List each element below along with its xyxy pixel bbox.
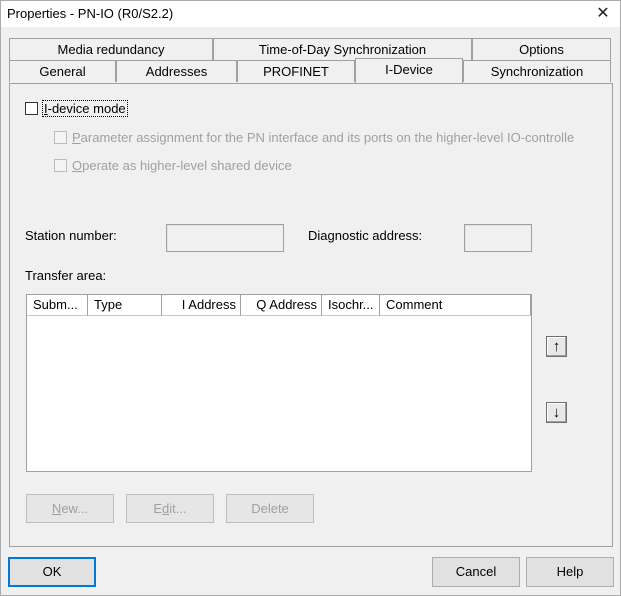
title-bar: Properties - PN-IO (R0/S2.2) ✕ <box>1 1 620 27</box>
column-header-comment[interactable]: Comment <box>380 295 531 316</box>
transfer-area-label: Transfer area: <box>25 268 107 283</box>
window-title: Properties - PN-IO (R0/S2.2) <box>7 6 174 21</box>
tab-i-device[interactable]: I-Device <box>355 58 463 83</box>
tab-addresses[interactable]: Addresses <box>116 60 237 82</box>
help-button[interactable]: Help <box>526 557 614 587</box>
move-down-button[interactable]: ↓ <box>546 402 567 423</box>
station-number-field <box>166 224 284 252</box>
column-header-submodule[interactable]: Subm... <box>27 295 88 316</box>
parameter-assignment-checkbox <box>54 131 67 144</box>
i-device-mode-label: I-device mode <box>42 100 128 117</box>
column-header-isochronous[interactable]: Isochr... <box>322 295 380 316</box>
tab-synchronization[interactable]: Synchronization <box>463 60 611 82</box>
column-header-type[interactable]: Type <box>88 295 162 316</box>
column-header-i-address[interactable]: I Address <box>162 295 241 316</box>
parameter-assignment-option: Parameter assignment for the PN interfac… <box>54 130 574 145</box>
cancel-button[interactable]: Cancel <box>432 557 520 587</box>
tab-options[interactable]: Options <box>472 38 611 60</box>
new-button: New... <box>26 494 114 523</box>
tab-time-of-day-synchronization[interactable]: Time-of-Day Synchronization <box>213 38 472 60</box>
properties-dialog: Properties - PN-IO (R0/S2.2) ✕ Media red… <box>0 0 621 596</box>
arrow-up-icon: ↑ <box>552 338 561 355</box>
tab-general[interactable]: General <box>9 60 116 82</box>
tab-profinet[interactable]: PROFINET <box>237 60 355 82</box>
edit-button: Edit... <box>126 494 214 523</box>
station-number-label: Station number: <box>25 228 117 243</box>
transfer-area-table[interactable]: Subm... Type I Address Q Address Isochr.… <box>26 294 532 472</box>
shared-device-option: Operate as higher-level shared device <box>54 158 292 173</box>
move-up-button[interactable]: ↑ <box>546 336 567 357</box>
tab-media-redundancy[interactable]: Media redundancy <box>9 38 213 60</box>
arrow-down-icon: ↓ <box>552 404 561 421</box>
parameter-assignment-label: Parameter assignment for the PN interfac… <box>72 130 575 145</box>
column-header-q-address[interactable]: Q Address <box>241 295 322 316</box>
table-header: Subm... Type I Address Q Address Isochr.… <box>27 295 531 316</box>
i-device-mode-checkbox[interactable] <box>25 102 38 115</box>
diagnostic-address-label: Diagnostic address: <box>308 228 423 243</box>
diagnostic-address-field <box>464 224 532 252</box>
i-device-panel: I-device mode Parameter assignment for t… <box>9 83 613 547</box>
shared-device-label: Operate as higher-level shared device <box>72 158 292 173</box>
ok-button[interactable]: OK <box>8 557 96 587</box>
shared-device-checkbox <box>54 159 67 172</box>
delete-button: Delete <box>226 494 314 523</box>
i-device-mode-option[interactable]: I-device mode <box>25 100 128 117</box>
close-icon[interactable]: ✕ <box>592 4 614 24</box>
